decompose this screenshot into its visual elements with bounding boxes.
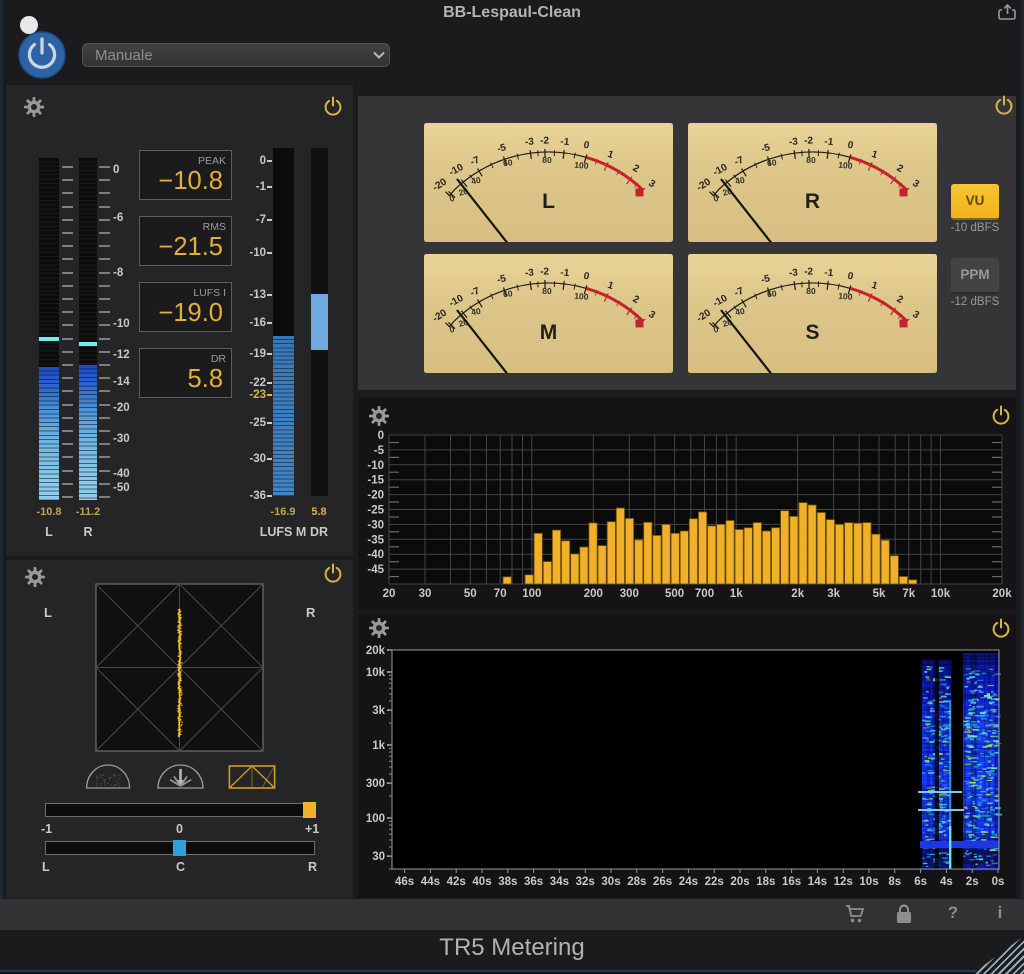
svg-text:32s: 32s	[576, 876, 595, 888]
svg-text:1k: 1k	[730, 588, 743, 600]
svg-text:30: 30	[372, 851, 385, 863]
svg-text:M: M	[540, 321, 558, 344]
svg-text:80: 80	[806, 286, 816, 296]
svg-text:2s: 2s	[966, 876, 979, 888]
svg-text:R: R	[805, 190, 820, 213]
svg-text:40s: 40s	[472, 876, 491, 888]
svg-text:300: 300	[366, 778, 385, 790]
svg-text:500: 500	[665, 588, 684, 600]
svg-text:38s: 38s	[498, 876, 517, 888]
svg-text:80: 80	[542, 155, 552, 165]
svg-text:300: 300	[620, 588, 639, 600]
svg-text:-35: -35	[367, 534, 384, 546]
svg-text:50: 50	[464, 588, 477, 600]
svg-text:-2: -2	[540, 136, 550, 147]
svg-text:6s: 6s	[914, 876, 927, 888]
svg-text:100: 100	[574, 291, 589, 302]
svg-text:-40: -40	[367, 549, 384, 561]
svg-text:-30: -30	[367, 519, 384, 531]
svg-text:20s: 20s	[730, 876, 749, 888]
svg-text:-5: -5	[374, 445, 385, 457]
svg-text:-1: -1	[824, 136, 834, 148]
svg-text:0s: 0s	[992, 876, 1005, 888]
svg-text:60: 60	[767, 157, 778, 168]
svg-text:8s: 8s	[888, 876, 901, 888]
svg-text:L: L	[542, 190, 555, 213]
svg-text:200: 200	[584, 588, 603, 600]
svg-text:7k: 7k	[902, 588, 915, 600]
svg-text:-10: -10	[367, 460, 384, 472]
svg-text:-2: -2	[804, 136, 814, 147]
svg-text:42s: 42s	[447, 876, 466, 888]
svg-text:0: 0	[378, 430, 384, 442]
svg-text:10k: 10k	[366, 667, 386, 679]
svg-text:100: 100	[366, 813, 385, 825]
svg-text:-25: -25	[367, 505, 384, 517]
svg-text:-3: -3	[525, 136, 535, 148]
svg-text:60: 60	[503, 288, 514, 299]
svg-text:12s: 12s	[834, 876, 853, 888]
svg-text:700: 700	[695, 588, 714, 600]
svg-text:22s: 22s	[705, 876, 724, 888]
svg-text:30: 30	[419, 588, 432, 600]
svg-text:-1: -1	[824, 267, 834, 279]
svg-text:10k: 10k	[931, 588, 951, 600]
svg-text:3k: 3k	[827, 588, 840, 600]
svg-text:60: 60	[767, 288, 778, 299]
svg-text:60: 60	[503, 157, 514, 168]
svg-text:-1: -1	[560, 136, 570, 148]
svg-text:18s: 18s	[756, 876, 775, 888]
svg-text:26s: 26s	[653, 876, 672, 888]
svg-text:34s: 34s	[550, 876, 569, 888]
svg-text:30s: 30s	[601, 876, 620, 888]
svg-text:-2: -2	[540, 267, 550, 278]
svg-text:80: 80	[806, 155, 816, 165]
svg-text:-20: -20	[367, 490, 384, 502]
svg-text:20k: 20k	[992, 588, 1012, 600]
svg-text:5k: 5k	[873, 588, 886, 600]
svg-text:100: 100	[838, 291, 853, 302]
svg-text:1k: 1k	[372, 740, 385, 752]
svg-text:3k: 3k	[372, 705, 385, 717]
svg-text:100: 100	[838, 160, 853, 171]
svg-text:-15: -15	[367, 475, 384, 487]
svg-text:-1: -1	[560, 267, 570, 279]
svg-text:100: 100	[522, 588, 541, 600]
svg-text:10s: 10s	[859, 876, 878, 888]
svg-text:36s: 36s	[524, 876, 543, 888]
svg-text:80: 80	[542, 286, 552, 296]
svg-text:24s: 24s	[679, 876, 698, 888]
svg-text:2k: 2k	[791, 588, 804, 600]
svg-text:-45: -45	[367, 564, 384, 576]
svg-text:S: S	[805, 321, 819, 344]
svg-text:-3: -3	[789, 267, 799, 279]
svg-text:46s: 46s	[395, 876, 414, 888]
svg-text:-2: -2	[804, 267, 814, 278]
svg-text:4s: 4s	[940, 876, 953, 888]
svg-text:-3: -3	[525, 267, 535, 279]
svg-text:70: 70	[494, 588, 507, 600]
svg-text:44s: 44s	[421, 876, 440, 888]
svg-text:16s: 16s	[782, 876, 801, 888]
svg-text:20k: 20k	[366, 645, 386, 657]
svg-text:20: 20	[383, 588, 396, 600]
svg-text:-3: -3	[789, 136, 799, 148]
svg-text:14s: 14s	[808, 876, 827, 888]
svg-text:28s: 28s	[627, 876, 646, 888]
svg-text:100: 100	[574, 160, 589, 171]
